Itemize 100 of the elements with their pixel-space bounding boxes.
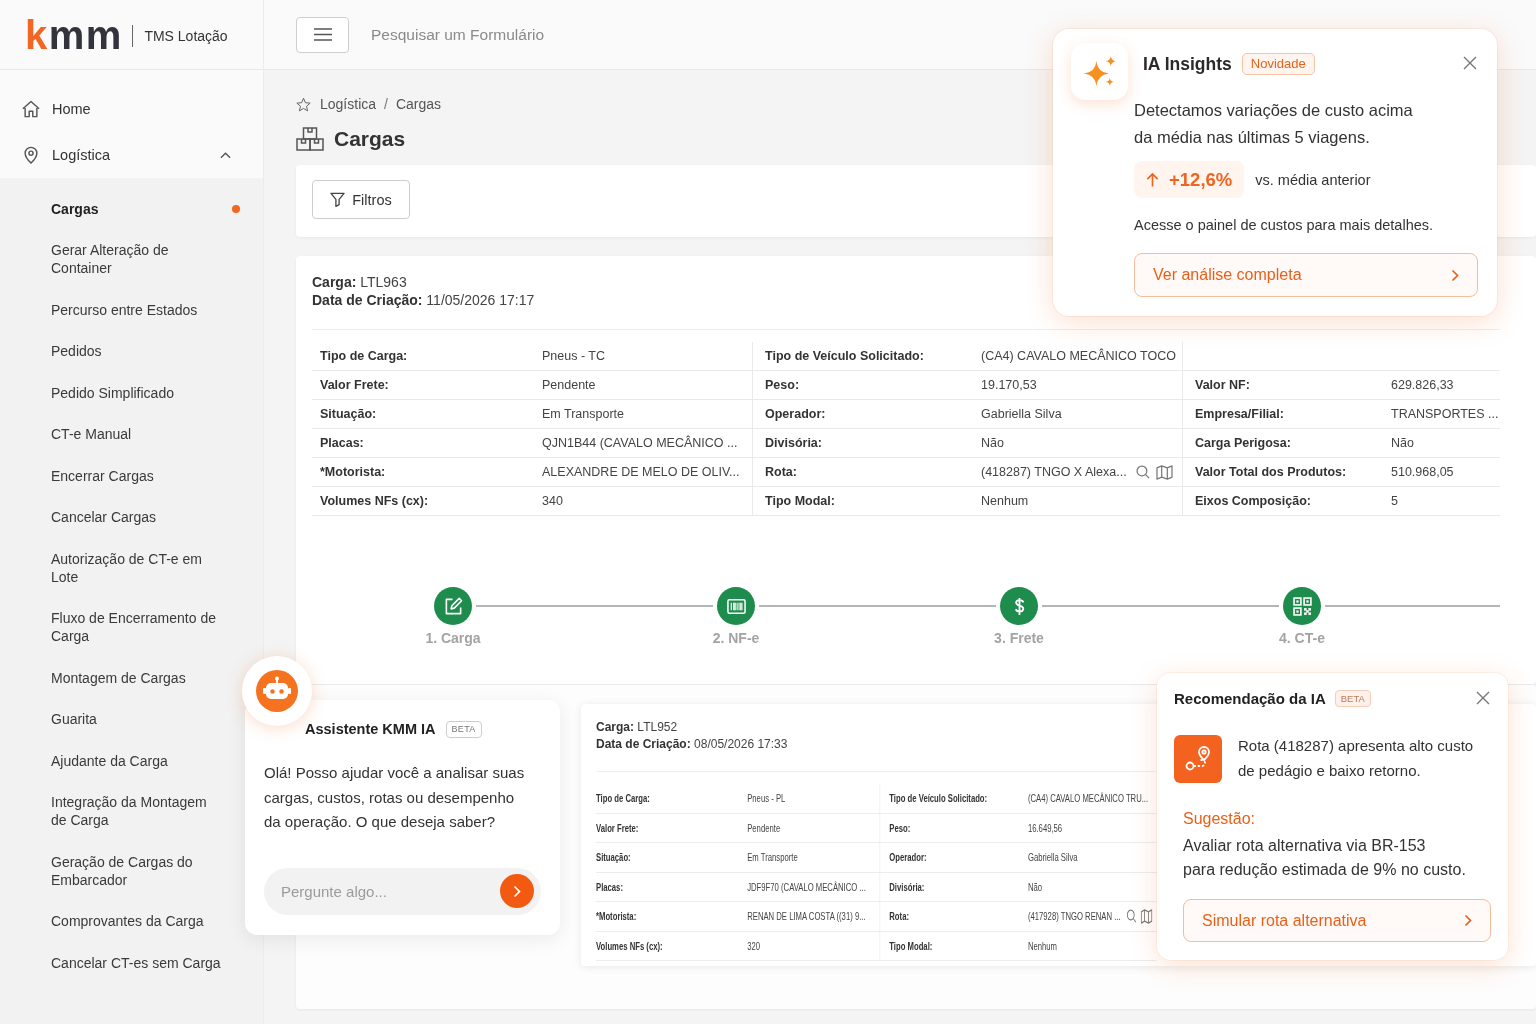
field-value: 340 — [542, 494, 563, 508]
chevron-right-icon — [1464, 914, 1472, 927]
recommendation-message: Rota (418287) apresenta alto custo de pedágio e baixo retorno. — [1238, 736, 1474, 781]
sidebar-item[interactable]: Percurso entre Estados — [0, 289, 240, 331]
field-value: JDF9F70 (CAVALO MECÂNICO ... — [747, 880, 866, 893]
card-title: Assistente KMM IA — [305, 721, 436, 737]
breadcrumb-item: Cargas — [395, 96, 442, 112]
field-value: 16.649,56 — [1027, 821, 1063, 834]
arrow-up-icon — [1146, 172, 1159, 187]
sidebar-item[interactable]: Comprovantes da Carga — [0, 900, 240, 942]
star-icon[interactable] — [296, 96, 311, 112]
map-pin-icon — [22, 146, 40, 164]
field-value: RENAN DE LIMA COSTA ((31) 9... — [747, 910, 866, 923]
suggestion-label: Sugestão: — [1183, 809, 1256, 829]
cargo-info-line: Data de Criação: 08/05/2026 17:33 — [596, 736, 788, 753]
sparkle-icon — [1071, 43, 1128, 100]
sidebar-item[interactable]: Pedido Simplificado — [0, 372, 240, 414]
field-label: Peso: — [765, 378, 800, 392]
field-label: Situação: — [596, 851, 631, 864]
sidebar-item[interactable]: Cargas — [0, 188, 240, 230]
step-label: 3. Frete — [994, 629, 1044, 647]
field-label: Tipo Modal: — [765, 494, 835, 508]
field-value: Pendente — [542, 378, 596, 392]
sidebar-item[interactable]: Integração da Montagem de Carga — [0, 781, 240, 841]
sidebar-item[interactable]: Fluxo de Encerramento de Carga — [0, 597, 240, 657]
card-title: Recomendação da IA — [1174, 689, 1326, 707]
sidebar-item[interactable]: CT-e Manual — [0, 413, 240, 455]
field-value: Não — [1027, 880, 1043, 893]
menu-icon — [313, 28, 332, 41]
field-value: Em Transporte — [747, 851, 798, 864]
sidebar-item[interactable]: Geração de Cargas do Embarcador — [0, 841, 240, 901]
field-value: Nenhum — [1027, 939, 1057, 952]
field-value: ALEXANDRE DE MELO DE OLIV... — [542, 465, 740, 479]
map-icon[interactable] — [1140, 908, 1153, 924]
field-label: Divisória: — [889, 880, 925, 893]
sidebar-item[interactable]: Autorização de CT-e em Lote — [0, 538, 240, 598]
sidebar-item[interactable]: Guarita — [0, 698, 240, 740]
step-label: 2. NF-e — [712, 629, 760, 647]
field-value: (CA4) CAVALO MECÂNICO TRU... — [1027, 792, 1149, 805]
field-label: Tipo de Carga: — [320, 349, 408, 363]
field-label: Volumes NFs (cx): — [596, 939, 663, 952]
route-icon — [1174, 735, 1222, 783]
field-label: Placas: — [596, 880, 623, 893]
map-icon[interactable] — [1155, 464, 1173, 480]
field-value: (418287) TNGO X Alexa... — [981, 465, 1127, 479]
sidebar-item[interactable]: Montagem de Cargas — [0, 657, 240, 699]
cargo-info-line: Carga: LTL963 — [312, 273, 407, 291]
insight-message: Detectamos variações de custo acima da média nas últimas 5 viagens. — [1134, 100, 1414, 148]
sidebar-item[interactable]: Home — [0, 86, 263, 132]
sidebar-item[interactable]: Ajudante da Carga — [0, 740, 240, 782]
breadcrumb-item[interactable]: Logística — [320, 96, 377, 112]
field-label: Valor Total dos Produtos: — [1195, 465, 1347, 479]
cargo-info-line: Data de Criação: 11/05/2026 17:17 — [312, 291, 535, 309]
sidebar-item[interactable]: Pedidos — [0, 330, 240, 372]
sidebar-item[interactable]: Logística — [0, 132, 263, 178]
sidebar-item[interactable]: Encerrar Cargas — [0, 455, 240, 497]
cargo-info-line: Carga: LTL952 — [596, 719, 678, 736]
home-icon — [22, 100, 40, 118]
field-value: Não — [1391, 436, 1414, 450]
close-icon — [1463, 56, 1477, 70]
menu-button[interactable] — [296, 16, 349, 53]
field-value: Gabriella Silva — [981, 407, 1062, 421]
field-label: Empresa/Filial: — [1195, 407, 1284, 421]
field-label: Valor Frete: — [320, 378, 389, 392]
insight-note: Acesse o painel de custos para mais detalhes. — [1134, 216, 1435, 235]
close-button[interactable] — [1462, 55, 1478, 71]
search-field[interactable]: Pesquisar um Formulário — [371, 22, 791, 47]
field-value: Em Transporte — [542, 407, 624, 421]
field-label: Tipo de Veículo Solicitado: — [765, 349, 924, 363]
filter-button[interactable]: Filtros — [312, 180, 410, 219]
sidebar-item[interactable]: Cancelar CT-es sem Carga — [0, 942, 240, 984]
field-label: Carga Perigosa: — [1195, 436, 1291, 450]
field-label: Operador: — [889, 851, 927, 864]
close-button[interactable] — [1475, 690, 1491, 706]
boxes-icon — [296, 127, 324, 151]
sidebar-item[interactable]: Gerar Alteração de Container — [0, 229, 240, 289]
field-label: Tipo de Veículo Solicitado: — [889, 792, 988, 805]
label-badge: BETA — [1334, 689, 1371, 707]
field-label: Operador: — [765, 407, 826, 421]
chevron-right-icon — [513, 884, 521, 898]
label-badge: BETA — [445, 720, 482, 738]
field-label: Valor NF: — [1195, 378, 1250, 392]
message-field[interactable]: Pergunte algo... — [264, 867, 541, 915]
step-label: 4. CT-e — [1279, 629, 1325, 647]
comparison-text: vs. média anterior — [1255, 171, 1371, 188]
card-title: IA Insights — [1143, 53, 1232, 75]
page-title: Cargas — [334, 127, 406, 151]
field-value: Pneus - PL — [747, 792, 786, 805]
field-value: Pneus - TC — [542, 349, 605, 363]
assistant-message: Olá! Posso ajudar você a analisar suas cargas, custos, rotas ou desempenho da operação. O que deseja saber? — [264, 763, 526, 832]
field-value: Gabriella Silva — [1027, 851, 1078, 864]
trend-value: +12,6% — [1169, 168, 1233, 191]
field-value: Pendente — [747, 821, 781, 834]
field-label: Peso: — [889, 821, 911, 834]
search-icon[interactable] — [1135, 465, 1150, 479]
field-label: Situação: — [320, 407, 377, 421]
sidebar-item[interactable]: Cancelar Cargas — [0, 496, 240, 538]
field-value: (CA4) CAVALO MECÂNICO TOCO — [981, 349, 1176, 363]
field-value: QJN1B44 (CAVALO MECÂNICO ... — [542, 436, 738, 450]
suggestion-text: Avaliar rota alternativa via BR-153 para redução estimada de 9% no custo. — [1183, 836, 1467, 880]
